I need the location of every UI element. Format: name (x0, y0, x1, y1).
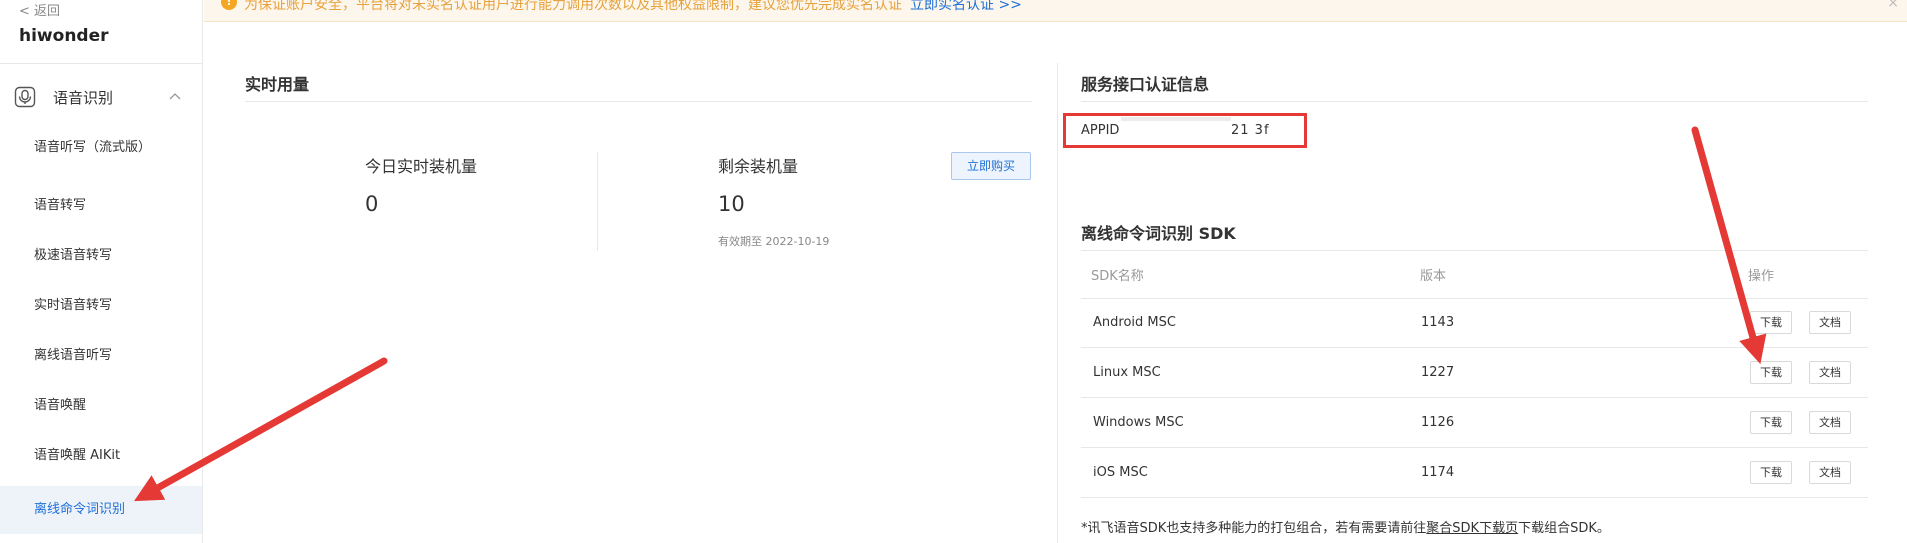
sdk-title-divider (1081, 250, 1868, 251)
sidebar-item-fast-transcription[interactable]: 极速语音转写 (0, 246, 202, 266)
sdk-row-windows-version: 1126 (1421, 415, 1455, 430)
windows-download-button[interactable]: 下载 (1750, 411, 1792, 434)
auth-info-title: 服务接口认证信息 (1081, 75, 1210, 94)
buy-now-button[interactable]: 立即购买 (951, 152, 1031, 180)
appid-label: APPID (1081, 123, 1120, 138)
notice-message: 为保证账户安全，平台将对未实名认证用户进行能力调用次数以及其他权益限制，建议您优… (244, 0, 902, 13)
table-header-name: SDK名称 (1091, 269, 1144, 284)
sdk-section-title: 离线命令词识别 SDK (1081, 224, 1236, 243)
bundle-sdk-download-link[interactable]: 聚合SDK下载页 (1426, 521, 1518, 536)
sidebar-divider (0, 63, 203, 64)
sidebar-item-offline-command[interactable]: 离线命令词识别 (0, 486, 202, 534)
notice-text: 为保证账户安全，平台将对未实名认证用户进行能力调用次数以及其他权益限制，建议您优… (244, 0, 1022, 14)
realtime-usage-title: 实时用量 (245, 75, 310, 94)
sidebar-item-realtime-transcription[interactable]: 实时语音转写 (0, 296, 202, 316)
footnote-suffix: 下载组合SDK。 (1518, 521, 1610, 536)
sidebar-item-transcription[interactable]: 语音转写 (0, 196, 202, 216)
real-name-notice-bar: ! 为保证账户安全，平台将对未实名认证用户进行能力调用次数以及其他权益限制，建议… (204, 0, 1907, 22)
linux-doc-button[interactable]: 文档 (1809, 361, 1851, 384)
remaining-installs-label: 剩余装机量 (718, 157, 799, 176)
sdk-row-ios-version: 1174 (1421, 465, 1455, 480)
expiry-date: 有效期至 2022-10-19 (718, 235, 830, 248)
real-name-auth-link[interactable]: 立即实名认证 >> (910, 0, 1022, 13)
table-row-divider (1081, 397, 1868, 398)
ios-doc-button[interactable]: 文档 (1809, 461, 1851, 484)
table-header-divider (1081, 298, 1868, 299)
chevron-up-icon (169, 93, 181, 100)
sidebar-group-speech-recognition[interactable]: 语音识别 (0, 76, 203, 118)
close-icon[interactable]: × (1887, 0, 1899, 11)
sdk-row-linux-name: Linux MSC (1093, 365, 1161, 380)
sidebar-group-label: 语音识别 (53, 89, 114, 107)
sidebar-item-streaming-dictation[interactable]: 语音听写（流式版） (0, 138, 151, 158)
footnote-prefix: *讯飞语音SDK也支持多种能力的打包组合，若有需要请前往 (1081, 521, 1427, 536)
windows-doc-button[interactable]: 文档 (1809, 411, 1851, 434)
android-doc-button[interactable]: 文档 (1809, 311, 1851, 334)
table-header-version: 版本 (1420, 269, 1447, 284)
annotation-arrow-linux-download (1691, 126, 1767, 365)
sdk-footnote: *讯飞语音SDK也支持多种能力的打包组合，若有需要请前往聚合SDK下载页下载组合… (1081, 517, 1610, 536)
panel-divider (1057, 63, 1058, 543)
android-download-button[interactable]: 下载 (1750, 311, 1792, 334)
sdk-row-android-name: Android MSC (1093, 315, 1176, 330)
table-row-divider (1081, 347, 1868, 348)
sidebar-item-offline-dictation[interactable]: 离线语音听写 (0, 346, 202, 366)
sdk-row-ios-name: iOS MSC (1093, 465, 1148, 480)
ios-download-button[interactable]: 下载 (1750, 461, 1792, 484)
app-name: hiwonder (19, 26, 109, 46)
table-header-action: 操作 (1748, 269, 1775, 284)
back-link[interactable]: < 返回 (19, 0, 60, 19)
stat-divider (597, 152, 598, 251)
sidebar-item-wakeup-aikit[interactable]: 语音唤醒 AIKit (0, 446, 202, 466)
sdk-row-linux-version: 1227 (1421, 365, 1455, 380)
appid-redaction-bar (1121, 117, 1231, 121)
auth-title-divider (1081, 101, 1868, 102)
table-row-divider (1081, 497, 1868, 498)
remaining-installs-value: 10 (718, 192, 745, 216)
warning-icon: ! (221, 0, 237, 10)
linux-download-button[interactable]: 下载 (1750, 361, 1792, 384)
realtime-title-divider (245, 101, 1032, 102)
sidebar: < 返回 hiwonder 语音识别 语音听写（流式版） 语音转写 极速语音转写… (0, 0, 203, 543)
today-installs-label: 今日实时装机量 (365, 157, 478, 176)
appid-value: 21 3f (1231, 123, 1270, 138)
sdk-row-android-version: 1143 (1421, 315, 1455, 330)
sidebar-item-wakeup[interactable]: 语音唤醒 (0, 396, 202, 416)
today-installs-value: 0 (365, 192, 379, 216)
sdk-row-windows-name: Windows MSC (1093, 415, 1184, 430)
table-row-divider (1081, 447, 1868, 448)
speech-recognition-icon (14, 86, 36, 108)
